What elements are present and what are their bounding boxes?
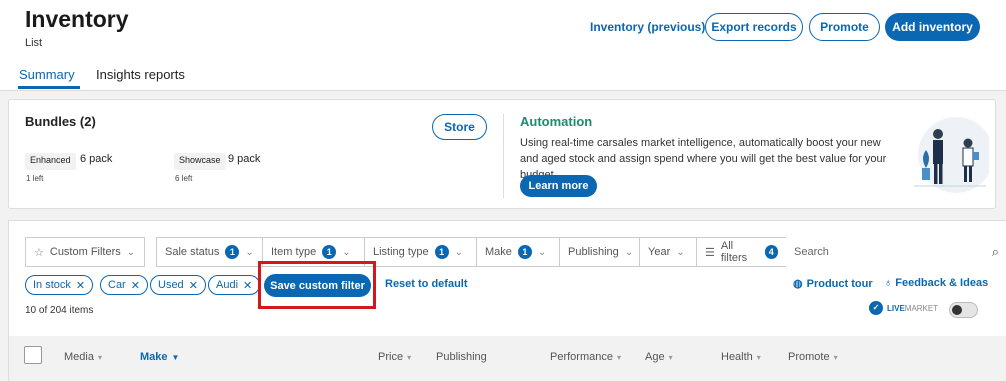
- listing-type-count-badge: 1: [434, 245, 449, 259]
- chip-label: Car: [108, 279, 126, 291]
- chevron-down-icon: ⌄: [245, 246, 254, 258]
- results-count: 10 of 204 items: [25, 305, 94, 316]
- year-filter[interactable]: Year ⌄: [639, 237, 697, 267]
- custom-filters-dropdown[interactable]: ☆ Custom Filters ⌄: [25, 237, 145, 267]
- publishing-label: Publishing: [568, 246, 619, 258]
- sale-status-label: Sale status: [165, 246, 220, 258]
- automation-title: Automation: [520, 114, 593, 129]
- export-records-button[interactable]: Export records: [705, 13, 803, 41]
- store-button[interactable]: Store: [432, 114, 487, 140]
- close-icon[interactable]: ✕: [131, 279, 140, 292]
- make-filter[interactable]: Make 1 ⌄: [476, 237, 560, 267]
- pack-value-showcase: 9 pack: [228, 153, 261, 165]
- bundles-automation-card: Bundles (2) Store Enhanced 6 pack 1 left…: [8, 99, 996, 209]
- make-count-badge: 1: [517, 245, 532, 259]
- bundles-title: Bundles (2): [25, 114, 96, 129]
- year-label: Year: [648, 246, 671, 258]
- product-tour-label: Product tour: [806, 277, 873, 290]
- column-header-media[interactable]: Media ▾: [64, 351, 102, 363]
- livemarket-logo: ✓ LIVE MARKET: [869, 301, 938, 315]
- sale-status-count-badge: 1: [225, 245, 240, 259]
- close-icon[interactable]: ✕: [243, 279, 252, 292]
- lightbulb-icon: ♁: [884, 277, 893, 289]
- close-icon[interactable]: ✕: [189, 279, 198, 292]
- column-header-make[interactable]: Make ▼: [140, 351, 179, 363]
- chip-audi[interactable]: Audi ✕: [208, 275, 261, 295]
- chevron-down-icon: ⌄: [676, 246, 685, 258]
- column-header-publishing[interactable]: Publishing: [436, 351, 487, 363]
- feedback-ideas-link[interactable]: ♁ Feedback & Ideas: [884, 277, 988, 289]
- listing-type-filter[interactable]: Listing type 1 ⌄: [364, 237, 477, 267]
- pack-tag-showcase: Showcase: [174, 153, 226, 170]
- listing-type-label: Listing type: [373, 246, 429, 258]
- page-header: Inventory List Inventory (previous) Expo…: [0, 0, 1006, 91]
- chevron-down-icon: ⌄: [624, 246, 634, 258]
- column-header-age[interactable]: Age ▾: [645, 351, 673, 363]
- star-icon: ☆: [34, 246, 44, 259]
- globe-icon: ◍: [793, 278, 803, 290]
- pack-left-enhanced: 1 left: [26, 174, 44, 183]
- pack-tag-enhanced: Enhanced: [25, 153, 76, 170]
- chip-car[interactable]: Car ✕: [100, 275, 148, 295]
- page-subtitle: List: [25, 37, 43, 49]
- chevron-down-icon: ⌄: [537, 246, 547, 258]
- column-header-promote[interactable]: Promote ▾: [788, 351, 838, 363]
- active-tab-indicator: [18, 86, 80, 89]
- inventory-panel: ☆ Custom Filters ⌄ Sale status 1 ⌄ Item …: [8, 220, 1006, 381]
- toggle-knob: [952, 305, 962, 315]
- reset-to-default-link[interactable]: Reset to default: [385, 278, 468, 290]
- select-all-checkbox[interactable]: [24, 346, 42, 364]
- all-filters-count-badge: 4: [764, 245, 778, 259]
- column-header-performance[interactable]: Performance ▾: [550, 351, 621, 363]
- sliders-icon: ☰: [705, 246, 715, 259]
- filter-bar: ☆ Custom Filters ⌄ Sale status 1 ⌄ Item …: [25, 237, 1006, 267]
- chevron-down-icon: ⌄: [454, 246, 464, 258]
- chip-in-stock[interactable]: In stock ✕: [25, 275, 94, 295]
- livemarket-market-text: MARKET: [904, 303, 939, 313]
- search-icon[interactable]: ⌕: [992, 244, 999, 260]
- highlight-box: [258, 261, 376, 309]
- pack-value-enhanced: 6 pack: [80, 153, 113, 165]
- chip-used[interactable]: Used ✕: [150, 275, 206, 295]
- inventory-previous-link[interactable]: Inventory (previous): [590, 20, 705, 34]
- all-filters-label: All filters: [720, 240, 748, 264]
- sale-status-filter[interactable]: Sale status 1 ⌄: [156, 237, 263, 267]
- pack-left-showcase: 6 left: [175, 174, 193, 183]
- publishing-filter[interactable]: Publishing ⌄: [559, 237, 640, 267]
- table-header: Media ▾ Make ▼ Price ▾ Publishing Performan…: [9, 336, 1006, 381]
- search-input[interactable]: Search ⌕: [786, 237, 1006, 267]
- chevron-down-icon: ⌄: [126, 246, 136, 258]
- column-header-health[interactable]: Health ▾: [721, 351, 761, 363]
- search-placeholder: Search: [794, 246, 829, 258]
- item-type-label: Item type: [271, 246, 317, 258]
- feedback-ideas-label: Feedback & Ideas: [895, 277, 989, 289]
- custom-filters-label: Custom Filters: [49, 246, 121, 258]
- livemarket-live-text: LIVE: [887, 303, 905, 313]
- close-icon[interactable]: ✕: [76, 279, 85, 292]
- chip-label: In stock: [33, 279, 71, 291]
- chip-label: Used: [158, 279, 184, 291]
- chip-label: Audi: [216, 279, 239, 291]
- card-divider: [503, 114, 504, 198]
- learn-more-button[interactable]: Learn more: [520, 175, 597, 197]
- business-people-illustration: [914, 117, 989, 193]
- tab-insights-reports[interactable]: Insights reports: [96, 67, 185, 82]
- item-type-count-badge: 1: [322, 245, 337, 259]
- livemarket-icon: ✓: [869, 301, 883, 315]
- chevron-down-icon: ⌄: [342, 246, 351, 258]
- page-title: Inventory: [25, 6, 129, 32]
- add-inventory-button[interactable]: Add inventory: [885, 13, 980, 41]
- promote-button[interactable]: Promote: [809, 13, 880, 41]
- make-label: Make: [485, 246, 512, 258]
- tab-summary[interactable]: Summary: [19, 67, 75, 82]
- all-filters-button[interactable]: ☰ All filters 4: [696, 237, 786, 267]
- product-tour-link[interactable]: ◍ Product tour: [793, 277, 873, 291]
- column-header-price[interactable]: Price ▾: [378, 351, 411, 363]
- livemarket-toggle[interactable]: [949, 302, 978, 318]
